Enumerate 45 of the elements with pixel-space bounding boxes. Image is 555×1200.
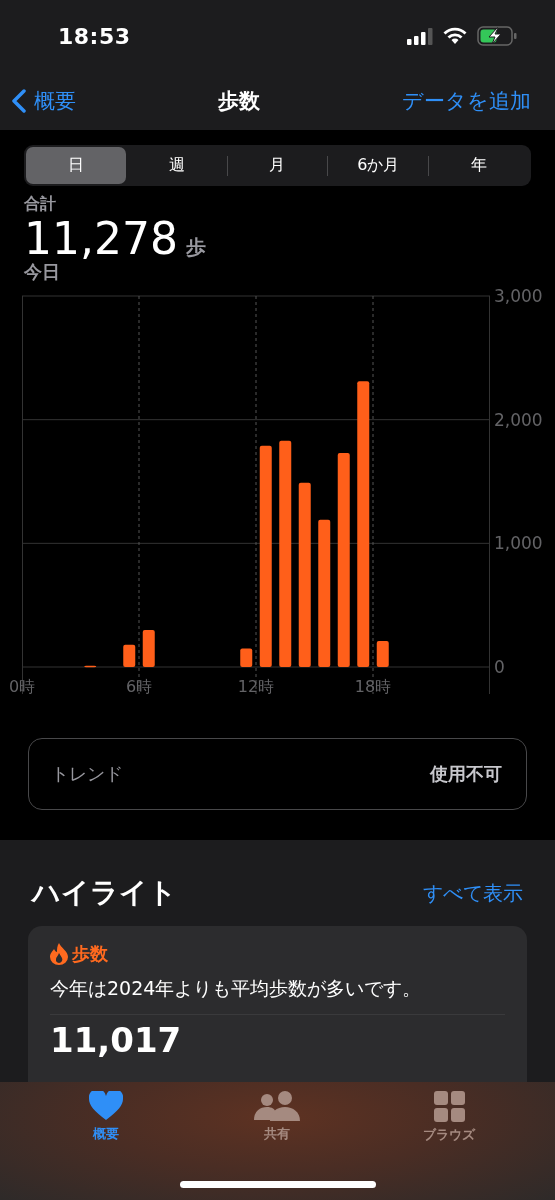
total-label: 合計	[24, 194, 57, 215]
unit-label: 歩	[185, 234, 206, 261]
chart-bar	[84, 665, 97, 668]
wifi-icon	[443, 27, 467, 45]
trend-value: 使用不可	[430, 762, 502, 786]
back-link[interactable]: 概要	[12, 87, 76, 115]
battery-icon	[477, 26, 517, 46]
signal-icon	[407, 27, 433, 45]
chart-bar	[142, 629, 155, 667]
axis-label: 1,000	[494, 533, 543, 554]
period-segment[interactable]: 日	[26, 147, 126, 184]
trend-label: トレンド	[51, 762, 123, 786]
tab-item[interactable]: 概要	[50, 1090, 161, 1154]
axis-label: 3,000	[494, 286, 543, 306]
highlight-text: 今年は2024年よりも平均歩数が多いです。	[50, 976, 423, 1001]
axis-label: 0	[494, 657, 505, 677]
axis-label: 2,000	[494, 409, 543, 430]
show-all-link[interactable]: すべて表示	[423, 879, 523, 907]
average-value: 11,017	[50, 1023, 182, 1057]
chart-bar	[240, 648, 253, 667]
grid-icon	[433, 1091, 465, 1122]
status-time: 18:53	[58, 23, 131, 49]
axis-label: 0時	[8, 677, 36, 696]
heart-icon	[88, 1091, 123, 1121]
flame-icon	[50, 943, 68, 965]
axis-label: 6時	[125, 677, 153, 696]
people-icon	[254, 1091, 301, 1121]
tab-item[interactable]: ブラウズ	[394, 1090, 505, 1154]
axis-label: 12時	[237, 677, 275, 696]
chart-bar	[376, 641, 389, 667]
highlight-card[interactable]: 歩数 今年は2024年よりも平均歩数が多いです。 11,017	[28, 926, 527, 1082]
period-segment[interactable]: 年	[429, 147, 529, 184]
period-segment[interactable]: 週	[126, 147, 227, 184]
axis-label: 18時	[354, 677, 392, 696]
chart-bar	[123, 644, 136, 667]
nav-title: 歩数	[218, 88, 260, 115]
add-data-link[interactable]: データを追加	[402, 87, 531, 115]
chevron-left-icon	[12, 89, 26, 113]
period-segment[interactable]: 6か月	[328, 147, 429, 184]
trend-card[interactable]: トレンド 使用不可	[28, 738, 527, 810]
category-label: 歩数	[72, 942, 108, 966]
back-label: 概要	[34, 88, 76, 115]
period-segment[interactable]: 月	[227, 147, 328, 184]
tab-item[interactable]: 共有	[222, 1090, 333, 1154]
section-title: ハイライト	[32, 875, 177, 911]
